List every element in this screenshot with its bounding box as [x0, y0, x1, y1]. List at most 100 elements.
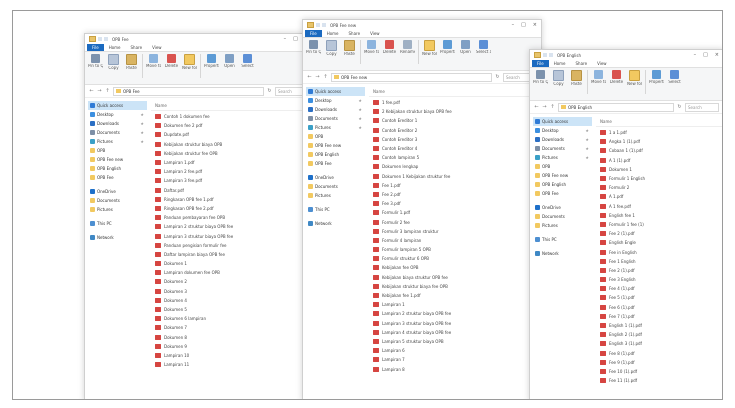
- file-row[interactable]: Lampiran 4 struktur biaya OPB fee: [369, 328, 541, 337]
- file-row[interactable]: Dokumen 8: [151, 333, 313, 342]
- file-row[interactable]: Formulir 1 English: [596, 174, 722, 183]
- file-row[interactable]: Lampiran 10: [151, 351, 313, 360]
- forward-icon[interactable]: →: [97, 88, 102, 94]
- dropdown-icon[interactable]: [322, 23, 326, 27]
- file-row[interactable]: Kebijakan struktur biaya fee OPB: [369, 282, 541, 291]
- ribbon-button[interactable]: Select: [667, 70, 682, 84]
- file-row[interactable]: Dokumen 4: [151, 296, 313, 305]
- file-row[interactable]: Lampiran 5 struktur biaya OPB: [369, 337, 541, 346]
- file-row[interactable]: Kebijakan fee 1.pdf: [369, 291, 541, 300]
- address-field[interactable]: OPB English: [558, 102, 674, 112]
- file-row[interactable]: Formulir 4 lampiran: [369, 236, 541, 245]
- refresh-icon[interactable]: ↻: [495, 74, 500, 80]
- ribbon-button[interactable]: Move to: [364, 40, 379, 54]
- nav-item[interactable]: Documents ★: [88, 128, 147, 137]
- nav-item[interactable]: This PC: [88, 219, 147, 228]
- ribbon-button[interactable]: Paste: [569, 70, 584, 86]
- nav-item[interactable]: This PC: [306, 205, 365, 214]
- dropdown-icon[interactable]: [549, 53, 553, 57]
- file-row[interactable]: Fee 8 (1).pdf: [596, 349, 722, 358]
- file-row[interactable]: Fee 11 (1).pdf: [596, 376, 722, 385]
- ribbon-button[interactable]: Pin to Quick access: [306, 40, 321, 54]
- file-row[interactable]: Dokumen 6 lampiran: [151, 314, 313, 323]
- file-row[interactable]: English fee 1: [596, 211, 722, 220]
- refresh-icon[interactable]: ↻: [677, 104, 682, 110]
- nav-item[interactable]: OPB: [306, 132, 365, 141]
- ribbon-button[interactable]: Paste: [124, 54, 139, 70]
- ribbon-button[interactable]: New folder: [422, 40, 437, 56]
- ribbon-button[interactable]: Delete: [164, 54, 179, 68]
- ribbon-tab[interactable]: Share: [571, 60, 593, 67]
- nav-item[interactable]: Pictures ★: [88, 137, 147, 146]
- ribbon-button[interactable]: Paste: [342, 40, 357, 56]
- ribbon-tab[interactable]: View: [147, 44, 167, 51]
- nav-item[interactable]: Documents ★: [306, 114, 365, 123]
- nav-item[interactable]: Downloads ★: [88, 119, 147, 128]
- file-row[interactable]: Formulir 1.pdf: [369, 208, 541, 217]
- file-row[interactable]: Formulir lampiran 5 OPB: [369, 245, 541, 254]
- ribbon-button[interactable]: Pin to Quick access: [88, 54, 103, 68]
- nav-item[interactable]: Downloads ★: [306, 105, 365, 114]
- file-row[interactable]: Lampiran 3 fee.pdf: [151, 176, 313, 185]
- ribbon-button[interactable]: Rename: [400, 40, 415, 54]
- file-row[interactable]: Kebijakan fee OPB: [369, 263, 541, 272]
- ribbon-button[interactable]: Properties: [649, 70, 664, 84]
- quick-access-toolbar-icon[interactable]: [316, 23, 320, 27]
- file-row[interactable]: Angka 1 (1).pdf: [596, 137, 722, 146]
- file-row[interactable]: Dokumen 7: [151, 323, 313, 332]
- file-row[interactable]: Lampiran 3 struktur biaya OPB fee: [151, 231, 313, 240]
- file-row[interactable]: A 1 fee.pdf: [596, 202, 722, 211]
- ribbon-tab[interactable]: View: [365, 30, 385, 37]
- file-row[interactable]: Fee 1 English: [596, 257, 722, 266]
- file-row[interactable]: Dokumen 2: [151, 277, 313, 286]
- up-icon[interactable]: ↑: [550, 104, 555, 110]
- file-row[interactable]: 1 a 1.pdf: [596, 128, 722, 137]
- file-row[interactable]: Kebijakan struktur fee OPB: [151, 149, 313, 158]
- file-row[interactable]: Dokumen 1: [596, 165, 722, 174]
- maximize-icon[interactable]: □: [293, 36, 298, 42]
- ribbon-button[interactable]: Delete: [382, 40, 397, 54]
- maximize-icon[interactable]: □: [703, 52, 708, 58]
- file-row[interactable]: Fee 2 (1).pdf: [596, 266, 722, 275]
- nav-item[interactable]: Pictures: [88, 205, 147, 214]
- minimize-icon[interactable]: –: [512, 22, 515, 28]
- file-row[interactable]: Fee 10 (1).pdf: [596, 367, 722, 376]
- ribbon-button[interactable]: Select all: [476, 40, 491, 54]
- file-row[interactable]: Lampiran 2 fee.pdf: [151, 167, 313, 176]
- address-field[interactable]: OPB Fee new: [331, 72, 492, 82]
- ribbon-button[interactable]: Select: [240, 54, 255, 68]
- column-header-name[interactable]: Name: [151, 101, 313, 111]
- file-row[interactable]: Dokumen fee 2 pdf: [151, 121, 313, 130]
- file-row[interactable]: Formulir struktur 6 OPB: [369, 254, 541, 263]
- nav-item[interactable]: Documents: [88, 196, 147, 205]
- ribbon-button[interactable]: Move to: [591, 70, 606, 84]
- file-row[interactable]: Lampiran 7: [369, 355, 541, 364]
- ribbon-button[interactable]: Delete: [609, 70, 624, 84]
- file-row[interactable]: Fee 3.pdf: [369, 199, 541, 208]
- forward-icon[interactable]: →: [315, 74, 320, 80]
- file-row[interactable]: Fee in English: [596, 247, 722, 256]
- file-row[interactable]: Lampiran 1.pdf: [151, 158, 313, 167]
- maximize-icon[interactable]: □: [521, 22, 526, 28]
- file-row[interactable]: Contoh Ereditor 4: [369, 144, 541, 153]
- nav-item[interactable]: Desktop ★: [306, 96, 365, 105]
- ribbon-tab[interactable]: Share: [126, 44, 148, 51]
- file-row[interactable]: Contoh Ereditor 3: [369, 135, 541, 144]
- file-row[interactable]: Formulir 1 fee (1): [596, 220, 722, 229]
- ribbon-button[interactable]: Open: [222, 54, 237, 68]
- back-icon[interactable]: ←: [534, 104, 539, 110]
- column-header-name[interactable]: Name: [596, 117, 722, 127]
- file-row[interactable]: English 3 (1).pdf: [596, 339, 722, 348]
- file-row[interactable]: English 1 (1).pdf: [596, 321, 722, 330]
- file-row[interactable]: Kebijakan struktur biaya OPB: [151, 140, 313, 149]
- file-row[interactable]: Lampiran 2 struktur biaya OPB fee: [369, 309, 541, 318]
- nav-item[interactable]: This PC: [533, 235, 592, 244]
- nav-item[interactable]: OPB English: [306, 150, 365, 159]
- ribbon-tab[interactable]: File: [305, 30, 322, 37]
- file-row[interactable]: Lampiran 3 struktur biaya OPB fee: [369, 319, 541, 328]
- file-row[interactable]: Fee 6 (1).pdf: [596, 303, 722, 312]
- nav-item[interactable]: Pictures ★: [306, 123, 365, 132]
- search-input[interactable]: Search: [685, 102, 719, 112]
- nav-item[interactable]: OPB Fee new: [88, 155, 147, 164]
- file-row[interactable]: Daftar lampiran biaya OPB fee: [151, 250, 313, 259]
